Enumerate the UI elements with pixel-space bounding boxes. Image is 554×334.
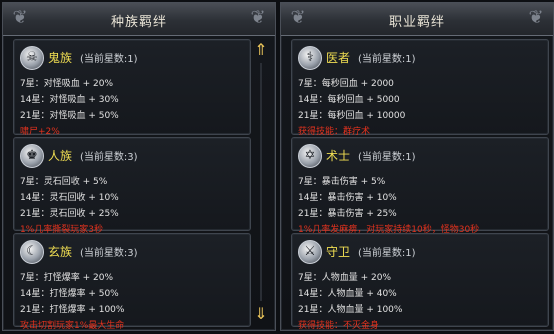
bond-name: 术士 xyxy=(326,149,351,163)
class-bond-header: ❦ 职业羁绊 ❦ xyxy=(281,3,553,36)
bond-name: 鬼族 xyxy=(48,51,73,65)
race-bond-header: ❦ 种族羁绊 ❦ xyxy=(3,3,275,36)
bond-card-mystic: ☾ 玄族 (当前星数:3) 7星：打怪爆率 + 20% 14星：打怪爆率 + 5… xyxy=(13,233,251,331)
human-race-icon: ♚ xyxy=(20,144,44,168)
scroll-down-arrow-icon[interactable]: ⇓ xyxy=(253,303,269,325)
scroll-up-arrow-icon[interactable]: ⇑ xyxy=(253,39,269,61)
healer-class-icon: ⚕ xyxy=(298,46,322,70)
bond-card-mage: ✡ 术士 (当前星数:1) 7星：暴击伤害 + 5% 14星：暴击伤害 + 10… xyxy=(291,137,549,235)
bond-name: 医者 xyxy=(326,51,351,65)
bond-tier-row: 14星：灵石回收 + 10% xyxy=(20,193,119,203)
bond-tier-row: 21星：灵石回收 + 25% xyxy=(20,209,119,219)
class-bond-panel: ❦ 职业羁绊 ❦ ⚕ 医者 (当前星数:1) 7星：每秒回血 + 2000 14… xyxy=(280,2,554,331)
bond-card-human: ♚ 人族 (当前星数:3) 7星：灵石回收 + 5% 14星：灵石回收 + 10… xyxy=(13,137,251,235)
bond-tier-row: 7星：打怪爆率 + 20% xyxy=(20,273,113,283)
bond-tier-row: 14星：暴击伤害 + 10% xyxy=(298,193,397,203)
bond-card-healer: ⚕ 医者 (当前星数:1) 7星：每秒回血 + 2000 14星：每秒回血 + … xyxy=(291,39,549,137)
bond-tier-row: 14星：对怪吸血 + 30% xyxy=(20,95,119,105)
guardian-class-icon: ⚔ xyxy=(298,240,322,264)
bond-tier-row: 21星：打怪爆率 + 100% xyxy=(20,305,125,315)
bond-star-count: (当前星数:1) xyxy=(358,152,416,163)
bond-star-count: (当前星数:1) xyxy=(358,248,416,259)
bond-tier-row: 14星：每秒回血 + 5000 xyxy=(298,95,400,105)
bond-tier-row: 7星：每秒回血 + 2000 xyxy=(298,79,394,89)
bond-tier-row: 7星：对怪吸血 + 20% xyxy=(20,79,113,89)
dragon-ornament-icon: ❦ xyxy=(528,7,544,28)
bond-tier-row: 21星：暴击伤害 + 25% xyxy=(298,209,397,219)
bond-star-count: (当前星数:1) xyxy=(80,54,138,65)
bond-tier-row: 21星：人物血量 + 100% xyxy=(298,305,403,315)
bond-star-count: (当前星数:3) xyxy=(80,248,138,259)
class-bond-title: 职业羁绊 xyxy=(388,15,445,30)
scroll-track[interactable] xyxy=(260,63,262,301)
bond-card-ghost: ☠ 鬼族 (当前星数:1) 7星：对怪吸血 + 20% 14星：对怪吸血 + 3… xyxy=(13,39,251,137)
bond-star-count: (当前星数:1) xyxy=(358,54,416,65)
mystic-race-icon: ☾ xyxy=(20,240,44,264)
bond-special-effect: 获得技能：不灭金身 xyxy=(298,321,380,331)
race-bond-scrollbar[interactable]: ⇑ ⇓ xyxy=(253,39,269,325)
bond-tier-row: 7星：暴击伤害 + 5% xyxy=(298,177,386,187)
ghost-race-icon: ☠ xyxy=(20,46,44,70)
dragon-ornament-icon: ❦ xyxy=(250,7,266,28)
race-bond-title: 种族羁绊 xyxy=(110,15,167,30)
bond-name: 人族 xyxy=(48,149,73,163)
bond-tier-row: 21星：对怪吸血 + 50% xyxy=(20,111,119,121)
bond-special-effect: 攻击切割玩家1%最大生命 xyxy=(20,321,125,331)
bond-tier-row: 7星：人物血量 + 20% xyxy=(298,273,391,283)
race-bond-panel: ❦ 种族羁绊 ❦ ☠ 鬼族 (当前星数:1) 7星：对怪吸血 + 20% 14星… xyxy=(2,2,276,331)
bond-name: 守卫 xyxy=(326,245,351,259)
bond-tier-row: 14星：人物血量 + 40% xyxy=(298,289,397,299)
bond-name: 玄族 xyxy=(48,245,73,259)
bond-tier-row: 21星：每秒回血 + 10000 xyxy=(298,111,406,121)
bond-star-count: (当前星数:3) xyxy=(80,152,138,163)
bond-card-guardian: ⚔ 守卫 (当前星数:1) 7星：人物血量 + 20% 14星：人物血量 + 4… xyxy=(291,233,549,331)
mage-class-icon: ✡ xyxy=(298,144,322,168)
bond-tier-row: 14星：打怪爆率 + 50% xyxy=(20,289,119,299)
bond-tier-row: 7星：灵石回收 + 5% xyxy=(20,177,108,187)
